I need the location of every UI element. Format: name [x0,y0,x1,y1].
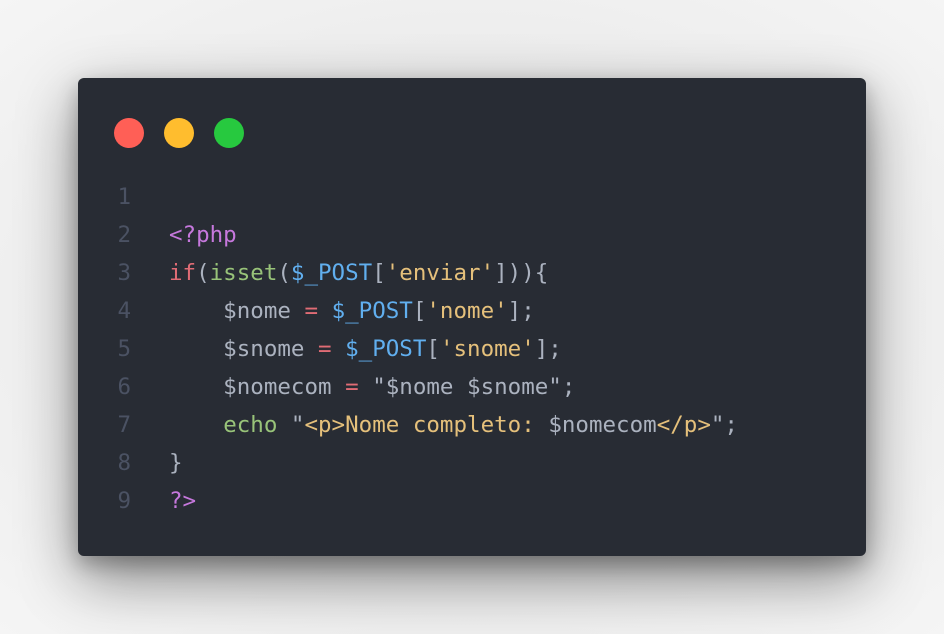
code-line: 5 $snome = $_POST['snome']; [78,330,866,368]
code-token: [ [372,260,386,286]
code-token: "; [710,412,738,438]
line-number: 3 [117,260,131,286]
code-token: ]; [534,336,562,362]
code-line: 6 $nomecom = "$nome $snome"; [78,368,866,406]
code-token: [ [412,298,427,324]
code-token: ])){ [494,260,549,286]
code-line: 4 $nome = $_POST['nome']; [78,292,866,330]
code-token: = [304,298,319,324]
page-background: 1 2 <?php 3 if(isset($_POST['enviar'])){4 $n… [0,0,944,634]
line-number: 4 [117,298,131,324]
line-number: 2 [117,222,131,248]
code-token: $nome [169,298,305,324]
line-content: <?php [169,216,237,254]
code-token: = [345,374,359,400]
code-token: $nomecom [548,412,657,438]
code-token: [ [426,336,440,362]
code-token: ( [277,260,291,286]
line-content: if(isset($_POST['enviar'])){ [169,254,548,292]
code-line: 3 if(isset($_POST['enviar'])){ [78,254,866,292]
code-token: 'nome' [426,298,508,324]
code-token: isset [209,260,278,286]
code-token: "$nome $snome"; [358,374,576,400]
code-line: 8} [78,444,866,482]
code-token: 'snome' [439,336,535,362]
line-content: ?> [169,482,196,520]
code-line: 1 [78,178,866,216]
line-content: $nomecom = "$nome $snome"; [169,368,575,406]
code-token: $_POST [290,260,373,286]
code-token: = [318,336,332,362]
code-token: $_POST [345,336,427,362]
code-token: </p> [656,412,711,438]
minimize-dot-icon[interactable] [164,118,194,148]
code-token: <p>Nome completo: [304,412,549,438]
line-content: } [169,444,183,482]
code-block: 1 2 <?php 3 if(isset($_POST['enviar'])){4 $n… [78,178,866,520]
code-token: " [277,412,305,438]
code-line: 9 ?> [78,482,866,520]
line-number: 1 [117,184,131,210]
line-number: 6 [117,374,131,400]
line-number: 8 [117,450,131,476]
code-line: 7 echo "<p>Nome completo: $nomecom</p>"; [78,406,866,444]
code-token: echo [223,412,278,438]
line-content: $snome = $_POST['snome']; [169,330,562,368]
line-number: 9 [117,488,131,514]
code-token: $nomecom [169,374,346,400]
code-token: $snome [169,336,319,362]
line-content: echo "<p>Nome completo: $nomecom</p>"; [169,406,738,444]
maximize-dot-icon[interactable] [214,118,244,148]
code-token: if [169,260,197,286]
code-token: ( [196,260,210,286]
close-dot-icon[interactable] [114,118,144,148]
code-token: <?php [169,222,237,248]
code-token: $_POST [331,298,413,324]
line-number: 5 [117,336,131,362]
code-line: 2 <?php [78,216,866,254]
line-content: $nome = $_POST['nome']; [169,292,535,330]
code-token: } [169,450,183,476]
code-token: 'enviar' [385,260,495,286]
code-token: ?> [169,488,197,514]
code-token: ]; [507,298,535,324]
line-number: 7 [117,412,131,438]
code-window: 1 2 <?php 3 if(isset($_POST['enviar'])){4 $n… [78,78,866,556]
